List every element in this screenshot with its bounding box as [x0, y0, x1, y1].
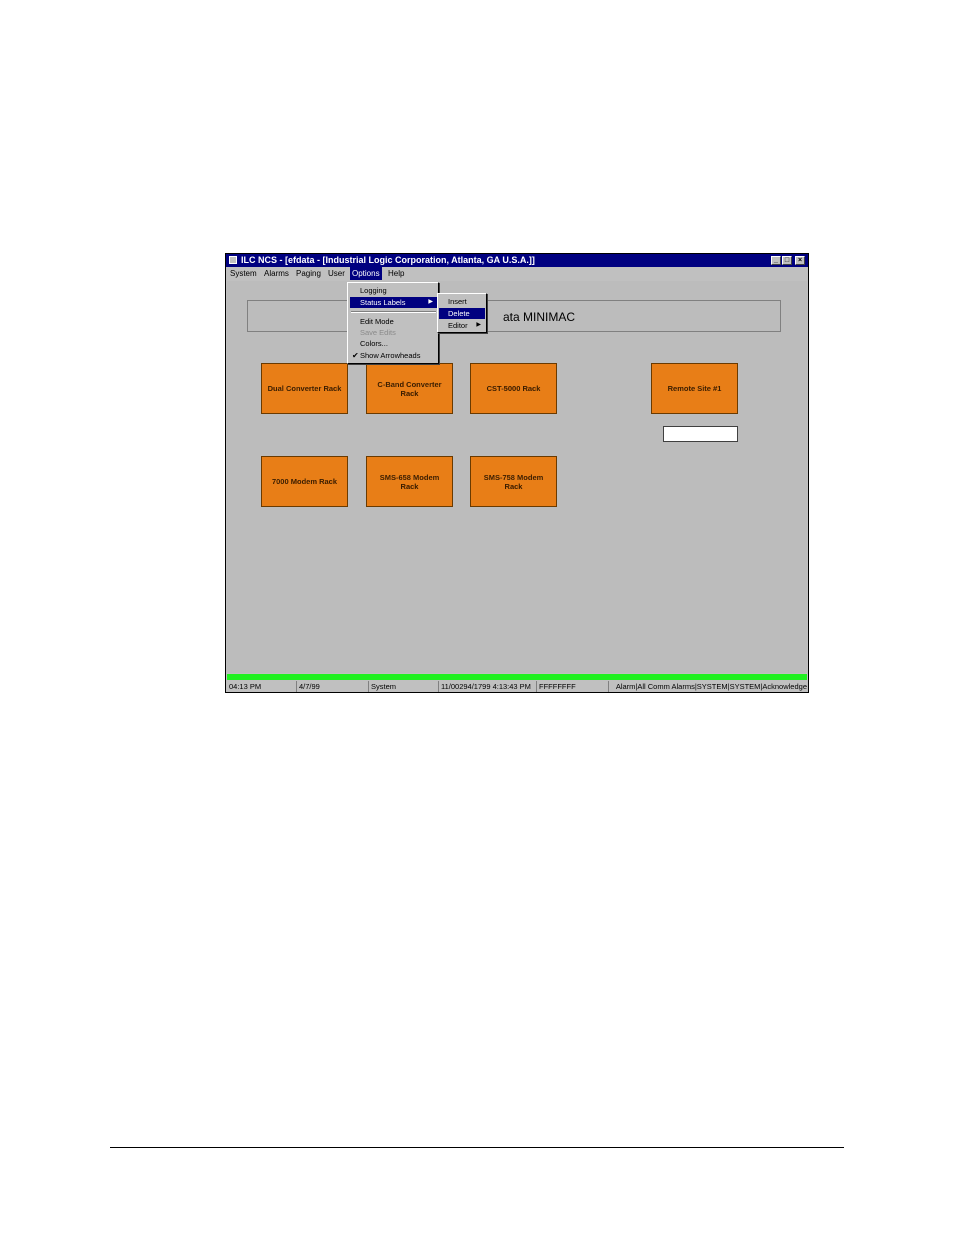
submenu-item-editor[interactable]: Editor ▶ [439, 320, 485, 331]
rack-7000-modem[interactable]: 7000 Modem Rack [261, 456, 348, 507]
menu-item-colors[interactable]: Colors... [350, 338, 437, 349]
menu-item-label: Logging [360, 286, 387, 295]
submenu-arrow-icon: ▶ [428, 299, 433, 305]
minimize-button[interactable]: _ [771, 256, 781, 265]
title-bar[interactable]: ILC NCS - [efdata - [Industrial Logic Co… [226, 254, 808, 267]
network-map-canvas: ata MINIMAC Dual Converter Rack C-Band C… [227, 281, 807, 673]
menu-help[interactable]: Help [386, 267, 406, 280]
status-time: 04:13 PM [227, 681, 297, 692]
menu-paging[interactable]: Paging [294, 267, 323, 280]
status-message: Alarm|All Comm Alarms|SYSTEM|SYSTEM|Ackn… [615, 682, 807, 691]
menu-item-save-edits: Save Edits [350, 327, 437, 338]
menu-alarms[interactable]: Alarms [262, 267, 291, 280]
banner-title: ata MINIMAC [503, 310, 576, 324]
rack-c-band-converter[interactable]: C-Band Converter Rack [366, 363, 453, 414]
alarm-status-bar [227, 674, 807, 680]
app-window: ILC NCS - [efdata - [Industrial Logic Co… [225, 253, 809, 693]
maximize-button[interactable]: □ [782, 256, 792, 265]
menu-item-label: Edit Mode [360, 317, 394, 326]
menu-item-status-labels[interactable]: Status Labels ▶ [350, 297, 437, 308]
menu-separator [351, 311, 436, 313]
status-event-time: 11/00294/1799 4:13:43 PM [439, 681, 537, 692]
submenu-arrow-icon: ▶ [476, 322, 481, 328]
app-icon [229, 256, 237, 264]
rack-cst-5000[interactable]: CST-5000 Rack [470, 363, 557, 414]
status-code: FFFFFFFF [537, 681, 609, 692]
menu-item-label: Save Edits [360, 328, 396, 337]
submenu-item-insert[interactable]: Insert [439, 296, 485, 307]
menu-item-label: Show Arrowheads [360, 351, 421, 360]
status-user: System [369, 681, 439, 692]
menu-options[interactable]: Options [350, 267, 382, 280]
rack-remote-site-1[interactable]: Remote Site #1 [651, 363, 738, 414]
menu-system[interactable]: System [228, 267, 259, 280]
options-menu: Logging Status Labels ▶ Edit Mode Save Ed… [347, 282, 439, 364]
menu-item-logging[interactable]: Logging [350, 285, 437, 296]
rack-sms-758-modem[interactable]: SMS-758 Modem Rack [470, 456, 557, 507]
menu-user[interactable]: User [326, 267, 347, 280]
status-date: 4/7/99 [297, 681, 369, 692]
menu-bar: System Alarms Paging User Options Help [226, 267, 808, 280]
site-banner: ata MINIMAC [247, 300, 781, 332]
menu-item-edit-mode[interactable]: Edit Mode [350, 316, 437, 327]
rack-dual-converter[interactable]: Dual Converter Rack [261, 363, 348, 414]
status-bar: 04:13 PM 4/7/99 System 11/00294/1799 4:1… [227, 681, 807, 692]
check-icon: ✔ [352, 351, 359, 360]
close-button[interactable]: × [795, 256, 805, 265]
status-labels-submenu: Insert Delete Editor ▶ [437, 293, 487, 333]
rack-sms-658-modem[interactable]: SMS-658 Modem Rack [366, 456, 453, 507]
window-title: ILC NCS - [efdata - [Industrial Logic Co… [241, 255, 535, 265]
menu-item-show-arrowheads[interactable]: ✔ Show Arrowheads [350, 350, 437, 361]
page-footer-rule [110, 1147, 844, 1148]
menu-item-label: Colors... [360, 339, 388, 348]
menu-item-label: Status Labels [360, 298, 406, 307]
menu-item-label: Editor [448, 321, 468, 330]
status-label-field[interactable] [663, 426, 738, 442]
submenu-item-delete[interactable]: Delete [439, 308, 485, 319]
